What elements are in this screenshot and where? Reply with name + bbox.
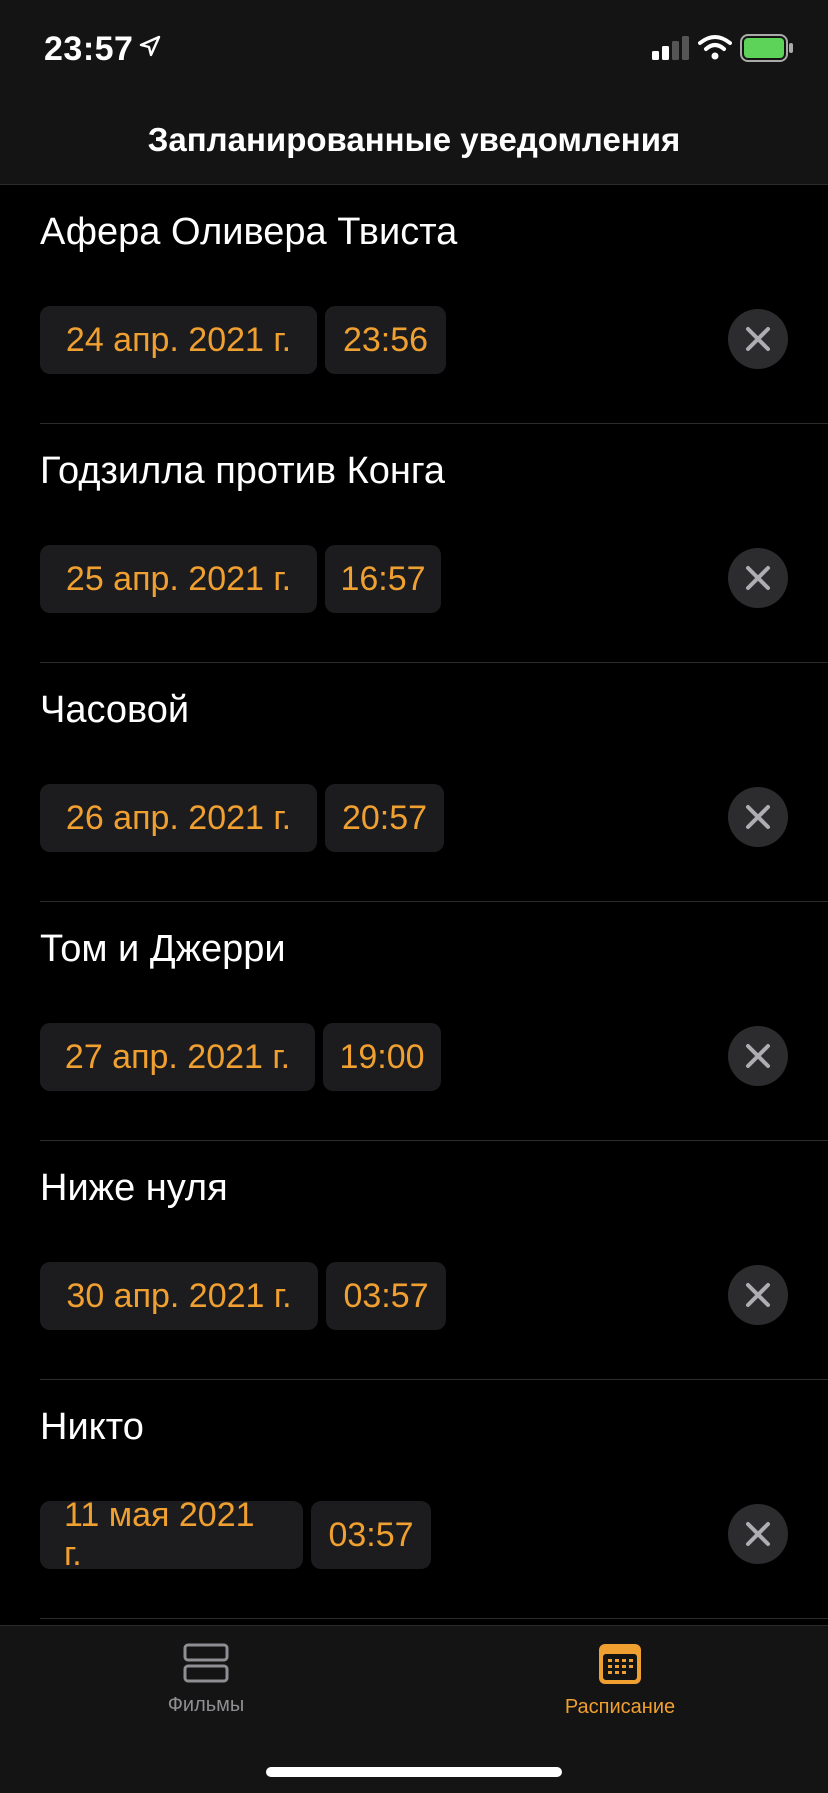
- movie-title: Афера Оливера Твиста: [40, 211, 458, 253]
- remove-notification-button[interactable]: [728, 1265, 788, 1325]
- movie-title: Ниже нуля: [40, 1167, 228, 1209]
- time-picker-button[interactable]: 20:57: [325, 784, 444, 852]
- date-picker-button[interactable]: 27 апр. 2021 г.: [40, 1023, 315, 1091]
- remove-notification-button[interactable]: [728, 1504, 788, 1564]
- remove-notification-button[interactable]: [728, 1026, 788, 1086]
- status-bar: 23:57: [0, 0, 828, 96]
- time-picker-button[interactable]: 16:57: [325, 545, 441, 613]
- close-icon: [746, 327, 770, 351]
- notification-row: Афера Оливера Твиста 24 апр. 2021 г. 23:…: [40, 185, 828, 424]
- home-indicator[interactable]: [266, 1767, 562, 1777]
- time-picker-button[interactable]: 03:57: [311, 1501, 431, 1569]
- location-arrow-icon: [139, 35, 161, 57]
- wifi-icon: [698, 35, 732, 60]
- remove-notification-button[interactable]: [728, 309, 788, 369]
- calendar-icon: [599, 1644, 641, 1684]
- notification-row: Том и Джерри 27 апр. 2021 г. 19:00: [40, 902, 828, 1141]
- remove-notification-button[interactable]: [728, 787, 788, 847]
- scheduled-notifications-list[interactable]: Афера Оливера Твиста 24 апр. 2021 г. 23:…: [0, 185, 828, 1625]
- films-icon: [183, 1643, 229, 1683]
- notification-row: Часовой 26 апр. 2021 г. 20:57: [40, 663, 828, 902]
- close-icon: [746, 566, 770, 590]
- close-icon: [746, 1044, 770, 1068]
- tab-films[interactable]: Фильмы: [106, 1643, 306, 1743]
- date-picker-button[interactable]: 11 мая 2021 г.: [40, 1496, 303, 1573]
- time-picker-button[interactable]: 19:00: [323, 1023, 441, 1091]
- movie-title: Никто: [40, 1406, 144, 1448]
- status-time: 23:57: [44, 30, 134, 68]
- tab-schedule-label: Расписание: [564, 1696, 676, 1718]
- close-icon: [746, 1522, 770, 1546]
- cellular-signal-icon: [652, 36, 689, 60]
- time-picker-button[interactable]: 03:57: [326, 1262, 446, 1330]
- page-title: Запланированные уведомления: [147, 121, 681, 158]
- close-icon: [746, 805, 770, 829]
- notification-row: Годзилла против Конга 25 апр. 2021 г. 16…: [40, 424, 828, 663]
- tab-films-label: Фильмы: [167, 1694, 245, 1716]
- navigation-bar: Запланированные уведомления: [0, 96, 828, 185]
- movie-title: Том и Джерри: [40, 928, 286, 970]
- movie-title: Годзилла против Конга: [40, 450, 445, 492]
- notification-row: Никто 11 мая 2021 г. 03:57: [40, 1380, 828, 1619]
- date-picker-button[interactable]: 26 апр. 2021 г.: [40, 784, 317, 852]
- tab-schedule[interactable]: Расписание: [520, 1643, 720, 1743]
- time-picker-button[interactable]: 23:56: [325, 306, 446, 374]
- movie-title: Часовой: [40, 689, 190, 731]
- battery-icon: [740, 34, 793, 62]
- date-picker-button[interactable]: 25 апр. 2021 г.: [40, 545, 317, 613]
- notification-row: Ниже нуля 30 апр. 2021 г. 03:57: [40, 1141, 828, 1380]
- remove-notification-button[interactable]: [728, 548, 788, 608]
- close-icon: [746, 1283, 770, 1307]
- date-picker-button[interactable]: 24 апр. 2021 г.: [40, 306, 317, 374]
- date-picker-button[interactable]: 30 апр. 2021 г.: [40, 1262, 318, 1330]
